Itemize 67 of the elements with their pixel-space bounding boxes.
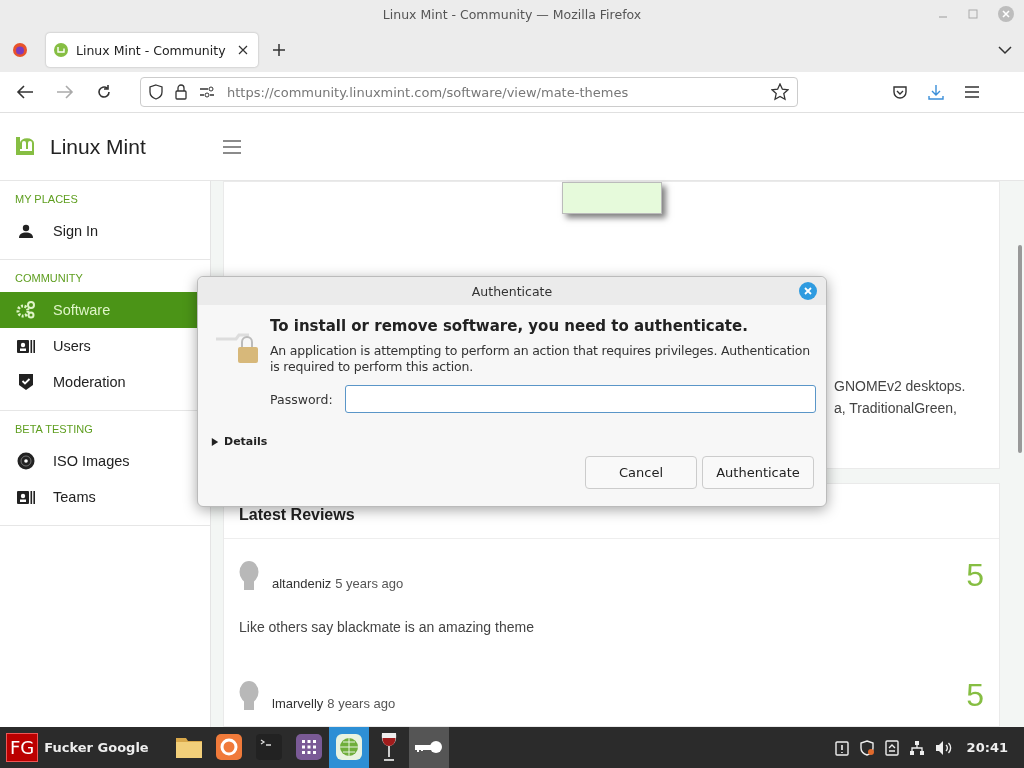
key-icon [413,739,444,754]
app-grid-icon [295,733,322,760]
start-menu-button[interactable]: FG Fucker Google [0,727,159,768]
network-icon[interactable] [908,739,925,756]
reload-icon[interactable] [96,84,112,100]
lock-icon [175,84,187,100]
site-title[interactable]: Linux Mint [50,134,146,159]
browser-tab[interactable]: Linux Mint - Community [46,33,258,67]
update-icon[interactable] [884,739,899,756]
avatar-icon [239,561,259,591]
bookmark-star-icon[interactable] [771,83,789,101]
new-tab-icon[interactable] [272,43,286,57]
permissions-icon [199,86,215,98]
taskbar-app-mint[interactable] [328,727,369,768]
review-author[interactable]: altandeniz [272,576,332,591]
clipboard-icon[interactable] [834,739,849,756]
back-icon[interactable] [16,84,34,100]
window-title: Linux Mint - Community — Mozilla Firefox [382,6,642,22]
tab-list-icon[interactable] [998,45,1012,55]
dialog-heading: To install or remove software, you need to authenticate. [270,317,749,335]
shield-icon [149,84,163,100]
taskbar-app-key[interactable] [408,727,449,768]
password-label: Password: [270,391,333,407]
menu-icon[interactable] [964,85,980,99]
section-heading: BETA TESTING [14,423,94,435]
sidebar-item[interactable]: Sign In [0,213,210,249]
review-text: Like others say blackmate is an amazing theme [239,619,535,635]
sidebar-item[interactable]: ISO Images [0,443,210,479]
padlock-keys-icon [214,331,260,365]
disc-icon [15,452,37,470]
description-text: a, TraditionalGreen, [834,400,958,416]
wine-glass-icon [379,731,398,762]
globe-icon [335,733,362,760]
review-age: 8 years ago [327,696,396,711]
sidebar-item[interactable]: Moderation [0,364,210,400]
firefox-icon[interactable] [12,42,28,58]
description-text: GNOMEv2 desktops. [834,378,967,394]
download-icon[interactable] [928,84,944,100]
review-age: 5 years ago [335,576,404,591]
cancel-button[interactable]: Cancel [585,456,697,489]
fox-icon [215,733,242,760]
close-icon[interactable] [238,45,248,55]
section-heading: MY PLACES [14,193,79,205]
avatar-icon [239,681,259,711]
scrollbar-thumb[interactable] [1018,245,1022,453]
dialog-message: An application is attempting to perform an action that requires privileges. Authentication is required to perform this action. [270,343,811,375]
sidebar-item[interactable]: Teams [0,479,210,515]
review-author[interactable]: lmarvelly [272,696,324,711]
dialog-title: Authenticate [471,283,553,299]
review-rating: 5 [966,679,984,711]
shield-icon[interactable] [858,739,875,756]
terminal-icon [255,733,282,760]
start-logo: FG [6,733,39,762]
authenticate-button[interactable]: Authenticate [702,456,814,489]
password-field[interactable] [344,385,816,413]
details-expander[interactable]: Details [211,435,268,448]
review-rating: 5 [966,559,984,591]
section-heading: COMMUNITY [14,272,84,284]
sidebar-item[interactable]: Users [0,328,210,364]
mint-logo-icon [54,43,68,57]
volume-icon[interactable] [934,739,953,756]
clock[interactable]: 20:41 [966,740,1008,755]
id-card-icon [15,339,37,353]
menu-icon[interactable] [222,139,241,154]
pocket-icon[interactable] [892,84,908,100]
id-card-icon [15,490,37,504]
address-bar[interactable]: https://community.linuxmint.com/software/view/mate-themes [140,77,798,107]
